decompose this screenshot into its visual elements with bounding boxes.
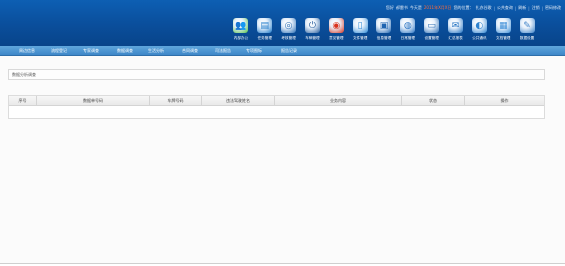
nav-item[interactable]: 专家调查 [83, 46, 99, 56]
column-header[interactable]: 序号 [9, 96, 37, 106]
module-button[interactable]: ✉ 汇总报表 [444, 18, 468, 46]
panel-title: 数据分析调查 [8, 69, 545, 80]
footer-line [0, 263, 565, 264]
power-icon: ⏻ [304, 18, 320, 33]
column-header[interactable]: 违法驾驶姓名 [202, 96, 275, 106]
nav-item[interactable]: 报告记录 [281, 46, 297, 56]
screen-icon: ▣ [376, 18, 392, 33]
module-label: 文件管理 [352, 36, 368, 40]
module-button[interactable]: ▤ 任务管理 [253, 18, 277, 46]
top-link-separator: | [528, 5, 530, 11]
gauge-icon: ◎ [281, 18, 297, 33]
module-label: 意见管理 [329, 36, 344, 40]
tools-icon: ✎ [519, 18, 535, 33]
nav-item[interactable]: 司法报告 [215, 46, 231, 56]
module-label: 内部办公 [233, 36, 249, 40]
top-link[interactable]: 今天是 [410, 5, 422, 11]
top-link-separator: | [493, 5, 495, 11]
top-link-separator: | [514, 5, 517, 11]
top-link[interactable]: 2011年X月X日 [424, 5, 452, 11]
module-button[interactable]: 👥 内部办公 [229, 18, 253, 46]
main-content: 数据分析调查 序号 数据单号码 车牌号码 违法驾驶姓名 业务内容 状态 操作 [0, 56, 565, 264]
module-label: 车辆管理 [305, 36, 320, 40]
column-header[interactable]: 状态 [402, 96, 465, 106]
module-label: 文档管理 [496, 36, 511, 40]
top-link[interactable]: 扎亦谷歌 [476, 5, 492, 11]
top-link[interactable]: 您的位置： [454, 5, 474, 11]
module-button[interactable]: ⏻ 车辆管理 [301, 18, 325, 46]
top-link[interactable]: 刷新 [518, 5, 526, 11]
module-button[interactable]: ◐ 公共通讯 [467, 18, 491, 46]
module-button[interactable]: ◉ 意见管理 [324, 18, 348, 46]
nav-item[interactable]: 合同调查 [182, 46, 198, 56]
top-link[interactable]: 注销 [532, 5, 540, 11]
wheel-icon: ◍ [400, 18, 416, 33]
module-label: 考核管理 [281, 36, 296, 40]
nav-item[interactable]: 周边信息 [19, 46, 35, 56]
top-link[interactable]: 您好 [386, 5, 394, 11]
module-button[interactable]: ✎ 数据设置 [515, 18, 539, 46]
nav-item[interactable]: 生活分析 [148, 46, 164, 56]
table-header: 序号 数据单号码 车牌号码 违法驾驶姓名 业务内容 状态 操作 [9, 96, 544, 106]
column-header[interactable]: 业务内容 [275, 96, 402, 106]
top-link[interactable]: 密码修改 [545, 5, 561, 11]
disc-icon: ◉ [328, 18, 344, 33]
top-link[interactable]: 郝雷书 [396, 5, 408, 11]
module-button[interactable]: ▣ 信息管理 [372, 18, 396, 46]
module-label: 信息管理 [376, 36, 392, 40]
module-button[interactable]: ▦ 文档管理 [491, 18, 515, 46]
nav-item[interactable]: 数据调查 [117, 46, 133, 56]
column-header[interactable]: 数据单号码 [37, 96, 150, 106]
module-button[interactable]: ▯ 文件管理 [348, 18, 372, 46]
data-table: 序号 数据单号码 车牌号码 违法驾驶姓名 业务内容 状态 操作 [8, 95, 545, 119]
printer-icon: ▭ [424, 18, 440, 33]
module-button[interactable]: ◎ 考核管理 [277, 18, 301, 46]
mail-icon: ✉ [448, 18, 464, 33]
module-label: 汇总报表 [448, 36, 463, 40]
people-icon: 👥 [233, 18, 249, 33]
box-icon: ▦ [495, 18, 511, 33]
nav-item[interactable]: 专项图标 [246, 46, 262, 56]
monitor-icon: ▤ [257, 18, 273, 33]
top-links: 您好 郝雷书 今天是 2011年X月X日 您的位置： 扎亦谷歌 | 公共查询 | 刷新 | 注销 | 密码… [385, 5, 562, 11]
document-icon: ▯ [352, 18, 368, 33]
globe-icon: ◐ [471, 18, 487, 33]
module-toolbar: 👥 内部办公 ▤ 任务管理 ◎ 考核管理 ⏻ 车辆管理 ◉ 意见管理 ▯ 文件管理 ▣ 信息管理 ◍ 日常管理… [229, 18, 563, 46]
nav-bar: 周边信息 流程登记 专家调查 数据调查 生活分析 合同调查 司法报告 专项图标 报告记录 [0, 46, 565, 56]
nav-item[interactable]: 流程登记 [51, 46, 67, 56]
module-label: 公共通讯 [472, 36, 487, 40]
top-link[interactable]: 公共查询 [497, 5, 513, 11]
module-label: 设置管理 [424, 36, 439, 40]
column-header[interactable]: 车牌号码 [150, 96, 202, 106]
module-label: 日常管理 [400, 36, 416, 40]
module-label: 数据设置 [519, 36, 535, 40]
module-label: 任务管理 [257, 36, 272, 40]
module-button[interactable]: ◍ 日常管理 [396, 18, 420, 46]
top-banner: 您好 郝雷书 今天是 2011年X月X日 您的位置： 扎亦谷歌 | 公共查询 | 刷新 | 注销 | 密码… [0, 0, 565, 46]
top-link-separator: | [541, 5, 543, 11]
module-button[interactable]: ▭ 设置管理 [420, 18, 444, 46]
column-header[interactable]: 操作 [465, 96, 544, 106]
